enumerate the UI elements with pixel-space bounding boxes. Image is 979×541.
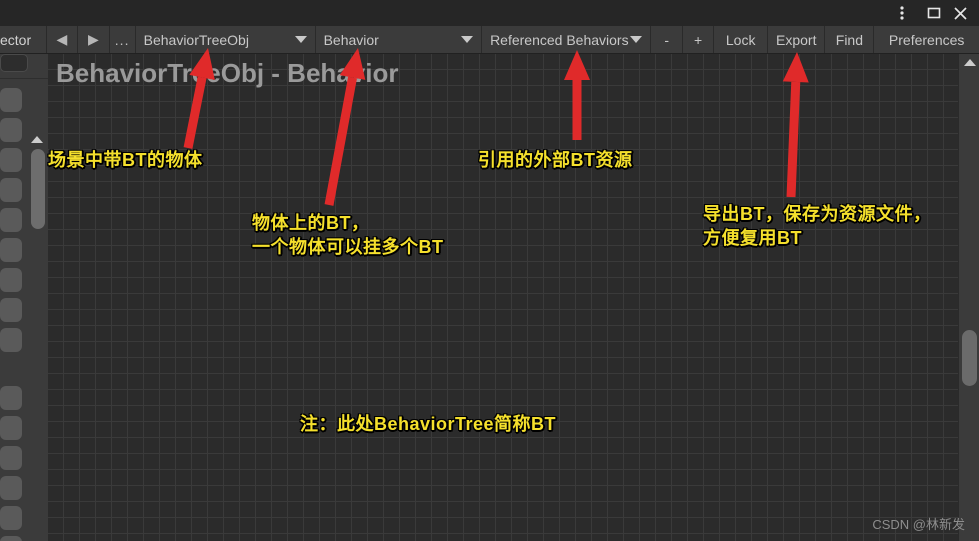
export-label: Export (776, 31, 817, 48)
lock-button[interactable]: Lock (714, 26, 768, 53)
window-titlebar (0, 0, 979, 26)
tab-inspector[interactable]: ector (0, 26, 47, 53)
forward-arrow-icon: ▶ (88, 31, 99, 47)
editor-toolbar: ector ◀ ▶ ... BehaviorTreeObj Behavior R… (0, 26, 979, 54)
behavior-tree-canvas[interactable]: BehaviorTreeObj - Behavior (48, 54, 979, 541)
object-dropdown[interactable]: BehaviorTreeObj (136, 26, 316, 53)
left-inspector-panel (0, 54, 48, 541)
preferences-button[interactable]: Preferences (874, 26, 979, 53)
minus-label: - (664, 31, 669, 48)
referenced-behaviors-value: Referenced Behaviors (490, 31, 629, 48)
list-item[interactable] (0, 238, 22, 262)
kebab-menu-icon[interactable] (889, 0, 915, 26)
list-item[interactable] (0, 536, 22, 541)
scroll-up-arrow-icon[interactable] (964, 59, 976, 66)
close-icon[interactable] (947, 0, 973, 26)
canvas-vertical-scrollbar[interactable] (958, 54, 979, 541)
list-item[interactable] (0, 268, 22, 292)
list-item[interactable] (0, 208, 22, 232)
watermark: CSDN @林新发 (872, 517, 965, 532)
list-item[interactable] (0, 476, 22, 500)
canvas-title: BehaviorTreeObj - Behavior (56, 58, 399, 88)
anno-export-bt: 导出BT，保存为资源文件， 方便复用BT (703, 204, 932, 248)
anno-note: 注：此处BehaviorTree简称BT (300, 414, 557, 434)
behavior-dropdown-value: Behavior (323, 31, 379, 48)
tab-inspector-label: ector (0, 31, 32, 48)
scroll-up-arrow-icon[interactable] (31, 136, 43, 143)
ellipsis-label: ... (114, 31, 130, 48)
maximize-icon[interactable] (921, 0, 947, 26)
list-item[interactable] (0, 298, 22, 322)
plus-label: + (694, 31, 703, 48)
referenced-behaviors-dropdown[interactable]: Referenced Behaviors (482, 26, 652, 53)
chevron-down-icon (630, 36, 643, 43)
list-item[interactable] (0, 446, 22, 470)
object-dropdown-value: BehaviorTreeObj (143, 31, 249, 48)
list-item[interactable] (0, 118, 22, 142)
list-item[interactable] (0, 178, 22, 202)
back-arrow-icon: ◀ (56, 31, 68, 47)
chevron-down-icon (461, 36, 474, 43)
canvas-scrollbar-thumb[interactable] (962, 330, 977, 386)
find-label: Find (835, 31, 863, 48)
nav-back-button[interactable]: ◀ (47, 26, 79, 53)
left-panel-selected-item[interactable] (0, 54, 28, 72)
list-item[interactable] (0, 506, 22, 530)
nav-forward-button[interactable]: ▶ (78, 26, 110, 53)
remove-behavior-button[interactable]: - (651, 26, 683, 53)
find-button[interactable]: Find (825, 26, 875, 53)
behavior-dropdown[interactable]: Behavior (316, 26, 483, 53)
list-item[interactable] (0, 88, 22, 112)
anno-object-bt: 物体上的BT， 一个物体可以挂多个BT (252, 213, 444, 257)
list-item[interactable] (0, 386, 22, 410)
left-panel-divider (0, 78, 48, 79)
list-item[interactable] (0, 328, 22, 352)
preferences-label: Preferences (888, 31, 965, 48)
left-panel-scrollbar-thumb[interactable] (31, 149, 45, 229)
add-behavior-button[interactable]: + (683, 26, 715, 53)
chevron-down-icon (294, 36, 307, 43)
list-item[interactable] (0, 416, 22, 440)
lock-label: Lock (725, 31, 756, 48)
anno-scene-object: 场景中带BT的物体 (48, 150, 203, 170)
export-button[interactable]: Export (768, 26, 826, 53)
anno-referenced-asset: 引用的外部BT资源 (478, 150, 633, 170)
list-item[interactable] (0, 148, 22, 172)
behavior-tree-editor-window: ector ◀ ▶ ... BehaviorTreeObj Behavior R… (0, 0, 979, 541)
overflow-ellipsis-button[interactable]: ... (110, 26, 136, 53)
